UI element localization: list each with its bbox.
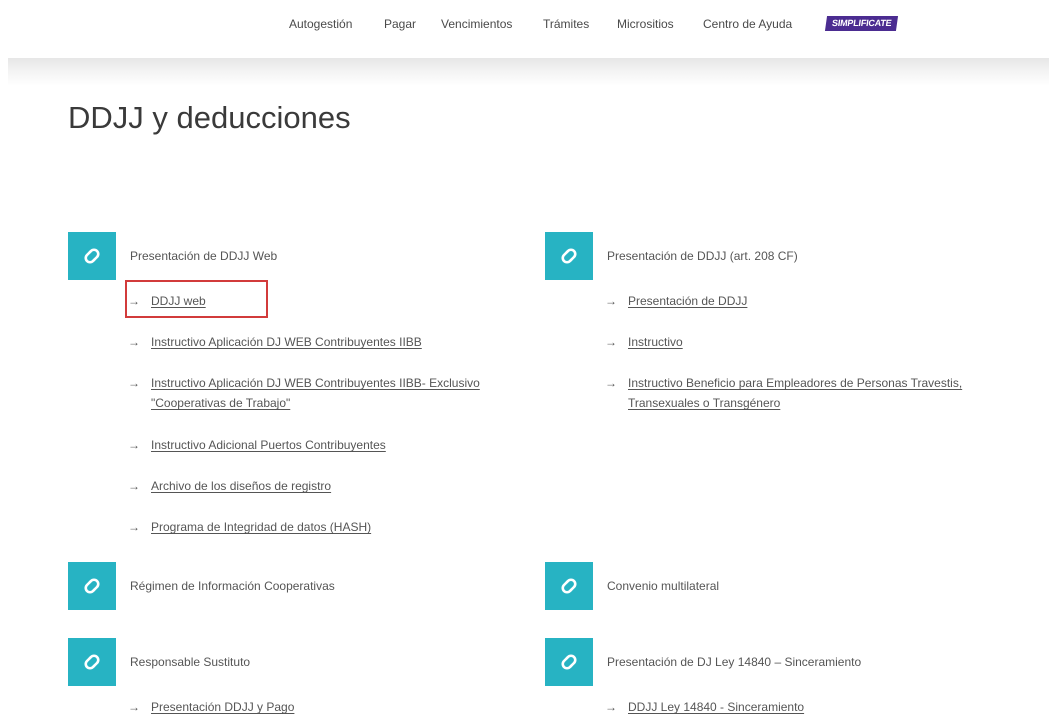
link-programa-integridad-hash[interactable]: Programa de Integridad de datos (HASH)	[151, 518, 371, 536]
arrow-right-icon: →	[605, 335, 617, 349]
arrow-right-icon: →	[605, 376, 617, 390]
page-title: DDJJ y deducciones	[68, 100, 351, 135]
nav-micrositios[interactable]: Micrositios	[617, 17, 674, 31]
arrow-right-icon: →	[128, 438, 140, 452]
link-instructivo[interactable]: Instructivo	[628, 333, 683, 351]
nav-pagar[interactable]: Pagar	[384, 17, 416, 31]
nav-centro-de-ayuda[interactable]: Centro de Ayuda	[703, 17, 792, 31]
arrow-right-icon: →	[128, 700, 140, 714]
section-title: Presentación de DJ Ley 14840 – Sincerami…	[607, 655, 862, 669]
link-icon-svg	[84, 248, 100, 264]
link-presentacion-ddjj[interactable]: Presentación de DDJJ	[628, 292, 747, 310]
link-icon-svg	[84, 578, 100, 594]
link-icon[interactable]	[545, 562, 593, 610]
link-icon-svg	[84, 654, 100, 670]
arrow-right-icon: →	[605, 700, 617, 714]
link-icon[interactable]	[68, 232, 116, 280]
link-instructivo-puertos[interactable]: Instructivo Adicional Puertos Contribuye…	[151, 436, 386, 454]
link-icon[interactable]	[545, 638, 593, 686]
link-icon[interactable]	[545, 232, 593, 280]
section-title: Régimen de Información Cooperativas	[130, 579, 335, 593]
top-navigation: Autogestión Pagar Vencimientos Trámites …	[0, 0, 1049, 52]
nav-tramites[interactable]: Trámites	[543, 17, 589, 31]
arrow-right-icon: →	[128, 335, 140, 349]
link-presentacion-ddjj-pago[interactable]: Presentación DDJJ y Pago	[151, 698, 294, 716]
link-archivo-disenos-registro[interactable]: Archivo de los diseños de registro	[151, 477, 331, 495]
arrow-right-icon: →	[128, 376, 140, 390]
arrow-right-icon: →	[605, 294, 617, 308]
section-title: Convenio multilateral	[607, 579, 720, 593]
arrow-right-icon: →	[128, 520, 140, 534]
link-icon-svg	[561, 248, 577, 264]
link-cooperativas-de-trabajo[interactable]: "Cooperativas de Trabajo"	[151, 394, 290, 412]
highlight-annotation-box	[125, 280, 268, 318]
link-icon-svg	[561, 654, 577, 670]
link-instructivo-dj-web-iibb-exclusivo[interactable]: Instructivo Aplicación DJ WEB Contribuye…	[151, 374, 480, 392]
link-transexuales-transgenero[interactable]: Transexuales o Transgénero	[628, 394, 780, 412]
simplificate-badge[interactable]: SIMPLIFICATE	[824, 16, 899, 31]
section-title: Presentación de DDJJ Web	[130, 249, 278, 263]
link-instructivo-dj-web-iibb[interactable]: Instructivo Aplicación DJ WEB Contribuye…	[151, 333, 422, 351]
link-icon[interactable]	[68, 562, 116, 610]
nav-vencimientos[interactable]: Vencimientos	[441, 17, 512, 31]
section-title: Presentación de DDJJ (art. 208 CF)	[607, 249, 798, 263]
link-ddjj-ley-14840[interactable]: DDJJ Ley 14840 - Sinceramiento	[628, 698, 804, 716]
nav-autogestion[interactable]: Autogestión	[289, 17, 352, 31]
link-instructivo-beneficio-empleadores[interactable]: Instructivo Beneficio para Empleadores d…	[628, 374, 962, 392]
header-divider-band	[8, 58, 1049, 86]
link-icon[interactable]	[68, 638, 116, 686]
arrow-right-icon: →	[128, 479, 140, 493]
link-icon-svg	[561, 578, 577, 594]
section-title: Responsable Sustituto	[130, 655, 251, 669]
